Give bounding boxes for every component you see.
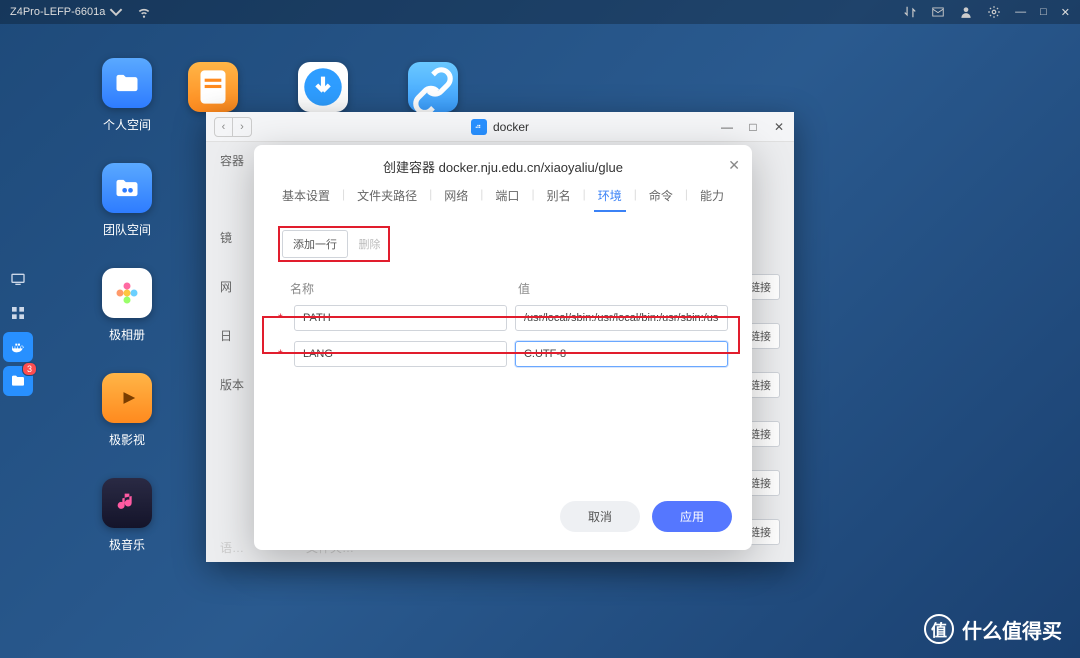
tab-basic[interactable]: 基本设置 [278,187,334,204]
modal-title: 创建容器 docker.nju.edu.cn/xiaoyaliu/glue [383,157,623,176]
desktop-icon-notes[interactable] [188,62,238,112]
env-value-input[interactable] [515,341,728,367]
left-dock: 3 [0,260,36,400]
env-name-input[interactable] [294,305,507,331]
docker-titlebar[interactable]: ‹› docker — □ ✕ [206,112,794,142]
folder-icon [113,69,141,97]
create-container-modal: 创建容器 docker.nju.edu.cn/xiaoyaliu/glue ✕ … [254,145,752,550]
dock-badge: 3 [22,362,37,376]
desktop-icons: 个人空间 团队空间 极相册 极影视 极音乐 [72,58,182,553]
desktop-icon-personal[interactable]: 个人空间 [102,58,152,133]
user-icon[interactable] [959,5,973,19]
apply-button[interactable]: 应用 [652,501,732,532]
nav-forward[interactable]: › [233,118,251,136]
env-row-path: * [278,305,728,331]
docker-window: ‹› docker — □ ✕ 容器 镜 网链接 日链接 版本链接 链接 链接 … [206,112,794,562]
desktop-icon-team[interactable]: 团队空间 [102,163,152,238]
desktop-icon-label: 极相册 [109,326,145,343]
desktop-icon-label: 个人空间 [103,116,151,133]
desktop-icon-label: 团队空间 [103,221,151,238]
tab-port[interactable]: 端口 [491,187,523,204]
desktop-icon-video[interactable]: 极影视 [102,373,152,448]
docker-icon [471,119,487,135]
team-folder-icon [113,174,141,202]
tab-alias[interactable]: 别名 [543,187,575,204]
docker-close[interactable]: ✕ [772,120,786,134]
dock-files[interactable]: 3 [3,366,33,396]
folder-icon [10,373,26,389]
chevron-down-icon [109,5,123,19]
window-maximize[interactable]: □ [1040,6,1047,18]
tab-network[interactable]: 网络 [440,187,472,204]
docker-min[interactable]: — [720,120,734,134]
docker-title: docker [206,119,794,135]
watermark-text: 什么值得买 [962,615,1062,644]
cancel-button[interactable]: 取消 [560,501,640,532]
highlight-add-row: 添加一行 删除 [278,226,390,262]
env-row-lang: * [278,341,728,367]
modal-content: 添加一行 删除 名称 值 * * [254,212,752,489]
column-name: 名称 [290,280,508,297]
modal-footer: 取消 应用 [254,489,752,550]
dock-desktop[interactable] [0,264,36,294]
system-topbar: Z4Pro-LEFP-6601a — □ ✕ [0,0,1080,24]
desktop-icon-label: 极音乐 [109,536,145,553]
desktop-icon-link[interactable] [408,62,458,112]
window-close[interactable]: ✕ [1061,6,1070,19]
dock-docker[interactable] [3,332,33,362]
nav-back[interactable]: ‹ [215,118,233,136]
wifi-icon [137,5,151,19]
tab-environment[interactable]: 环境 [594,187,626,204]
column-value: 值 [518,280,728,297]
desktop-icon-download[interactable] [298,62,348,112]
video-icon [113,384,141,412]
env-name-input[interactable] [294,341,507,367]
nav-arrows[interactable]: ‹› [214,117,252,137]
tab-command[interactable]: 命令 [645,187,677,204]
desktop-icon-photos[interactable]: 极相册 [102,268,152,343]
download-icon [298,62,348,112]
modal-tabs: 基本设置| 文件夹路径| 网络| 端口| 别名| 环境| 命令| 能力 [254,187,752,212]
desktop-top-row [188,62,458,112]
dock-apps[interactable] [0,298,36,328]
gear-icon[interactable] [987,5,1001,19]
close-icon[interactable]: ✕ [728,157,740,174]
host-menu[interactable]: Z4Pro-LEFP-6601a [10,5,123,19]
add-row-button[interactable]: 添加一行 [282,230,348,258]
tab-folder[interactable]: 文件夹路径 [353,187,421,204]
mail-icon[interactable] [931,5,945,19]
desktop-icon-label: 极影视 [109,431,145,448]
delete-button[interactable]: 删除 [352,231,386,257]
env-value-input[interactable] [515,305,728,331]
docker-max[interactable]: □ [746,120,760,134]
link-icon [408,62,458,112]
modal-header: 创建容器 docker.nju.edu.cn/xiaoyaliu/glue ✕ [254,145,752,187]
flower-icon [113,279,141,307]
notes-icon [188,62,238,112]
transfer-icon[interactable] [903,5,917,19]
docker-icon [10,339,26,355]
watermark: 值 什么值得买 [924,614,1062,644]
tab-capability[interactable]: 能力 [696,187,728,204]
watermark-icon: 值 [924,614,954,644]
music-icon [113,489,141,517]
desktop-icon-music[interactable]: 极音乐 [102,478,152,553]
required-icon: * [278,311,286,325]
window-minimize[interactable]: — [1015,6,1026,18]
required-icon: * [278,347,286,361]
